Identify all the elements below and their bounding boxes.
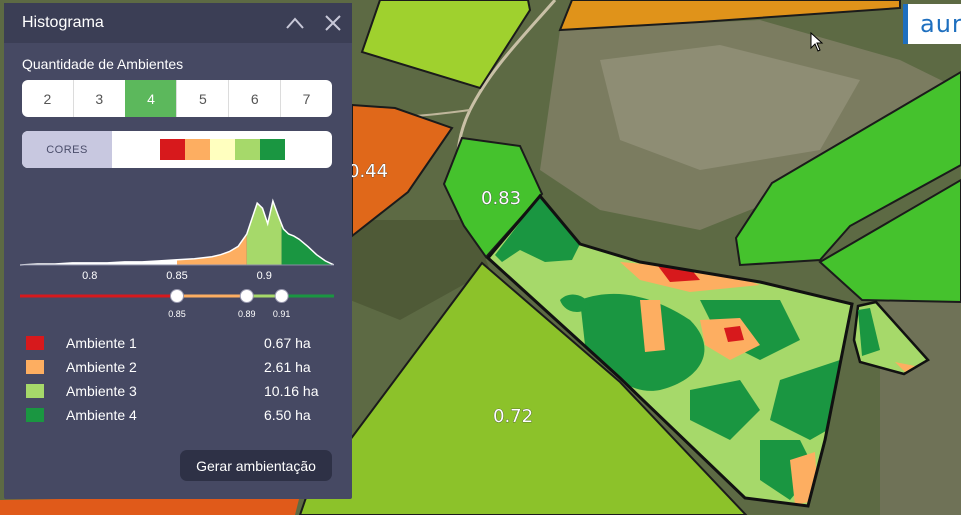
color-palette-selector[interactable]: CORES [22,131,332,168]
colors-label: CORES [22,131,112,168]
mouse-cursor-icon [810,32,824,52]
quantity-option-5[interactable]: 5 [176,80,228,117]
chevron-up-icon [286,17,304,29]
palette-swatch [234,139,260,160]
close-icon [325,15,341,31]
field-label-083: 0.83 [481,188,521,209]
legend-color-box [26,408,44,422]
legend-color-box [26,336,44,350]
legend-area: 0.67 ha [264,335,311,351]
legend-name: Ambiente 4 [66,407,137,423]
legend-name: Ambiente 2 [66,359,137,375]
palette-swatches [112,131,332,168]
quantity-label: Quantidade de Ambientes [22,56,184,72]
legend-name: Ambiente 1 [66,335,137,351]
slider-value-label: 0.85 [168,309,186,319]
histogram-panel: Histograma Quantidade de Ambientes 2 3 4… [4,3,352,499]
legend-row-ambiente-4: Ambiente 4 6.50 ha [26,403,330,427]
palette-swatch [159,139,185,160]
legend-row-ambiente-2: Ambiente 2 2.61 ha [26,355,330,379]
legend-color-box [26,384,44,398]
ambient-legend: Ambiente 1 0.67 ha Ambiente 2 2.61 ha Am… [26,331,330,427]
legend-row-ambiente-3: Ambiente 3 10.16 ha [26,379,330,403]
slider-handle[interactable] [239,289,254,303]
quantity-selector: 2 3 4 5 6 7 [22,80,332,117]
slider-handle[interactable] [170,289,184,303]
panel-title: Histograma [22,14,104,31]
legend-area: 2.61 ha [264,359,311,375]
aura-logo: aura [903,4,961,44]
x-tick-label: 0.8 [82,270,97,282]
close-button[interactable] [314,3,352,43]
palette-swatch [209,139,235,160]
palette-swatch [184,139,210,160]
slider-handle[interactable] [274,289,289,303]
x-tick-label: 0.9 [257,270,272,282]
legend-name: Ambiente 3 [66,383,137,399]
palette-swatch [259,139,285,160]
legend-area: 10.16 ha [264,383,319,399]
legend-row-ambiente-1: Ambiente 1 0.67 ha [26,331,330,355]
quantity-option-4[interactable]: 4 [124,80,177,117]
legend-area: 6.50 ha [264,407,311,423]
quantity-option-3[interactable]: 3 [72,80,125,117]
slider-value-label: 0.91 [273,309,291,319]
quantity-option-2[interactable]: 2 [22,80,73,117]
logo-text: aura [920,10,961,38]
histogram-chart: 0.8 0.85 0.9 [20,198,334,282]
field-label-072: 0.72 [493,406,533,427]
threshold-slider[interactable]: 0.85 0.89 0.91 [20,288,334,324]
x-tick-label: 0.85 [166,270,187,282]
quantity-option-6[interactable]: 6 [228,80,280,117]
collapse-button[interactable] [276,3,314,43]
quantity-option-7[interactable]: 7 [280,80,332,117]
panel-header: Histograma [4,3,352,43]
legend-color-box [26,360,44,374]
slider-value-label: 0.89 [238,309,256,319]
field-label-044: 0.44 [348,161,388,182]
generate-ambientation-button[interactable]: Gerar ambientação [180,450,332,481]
